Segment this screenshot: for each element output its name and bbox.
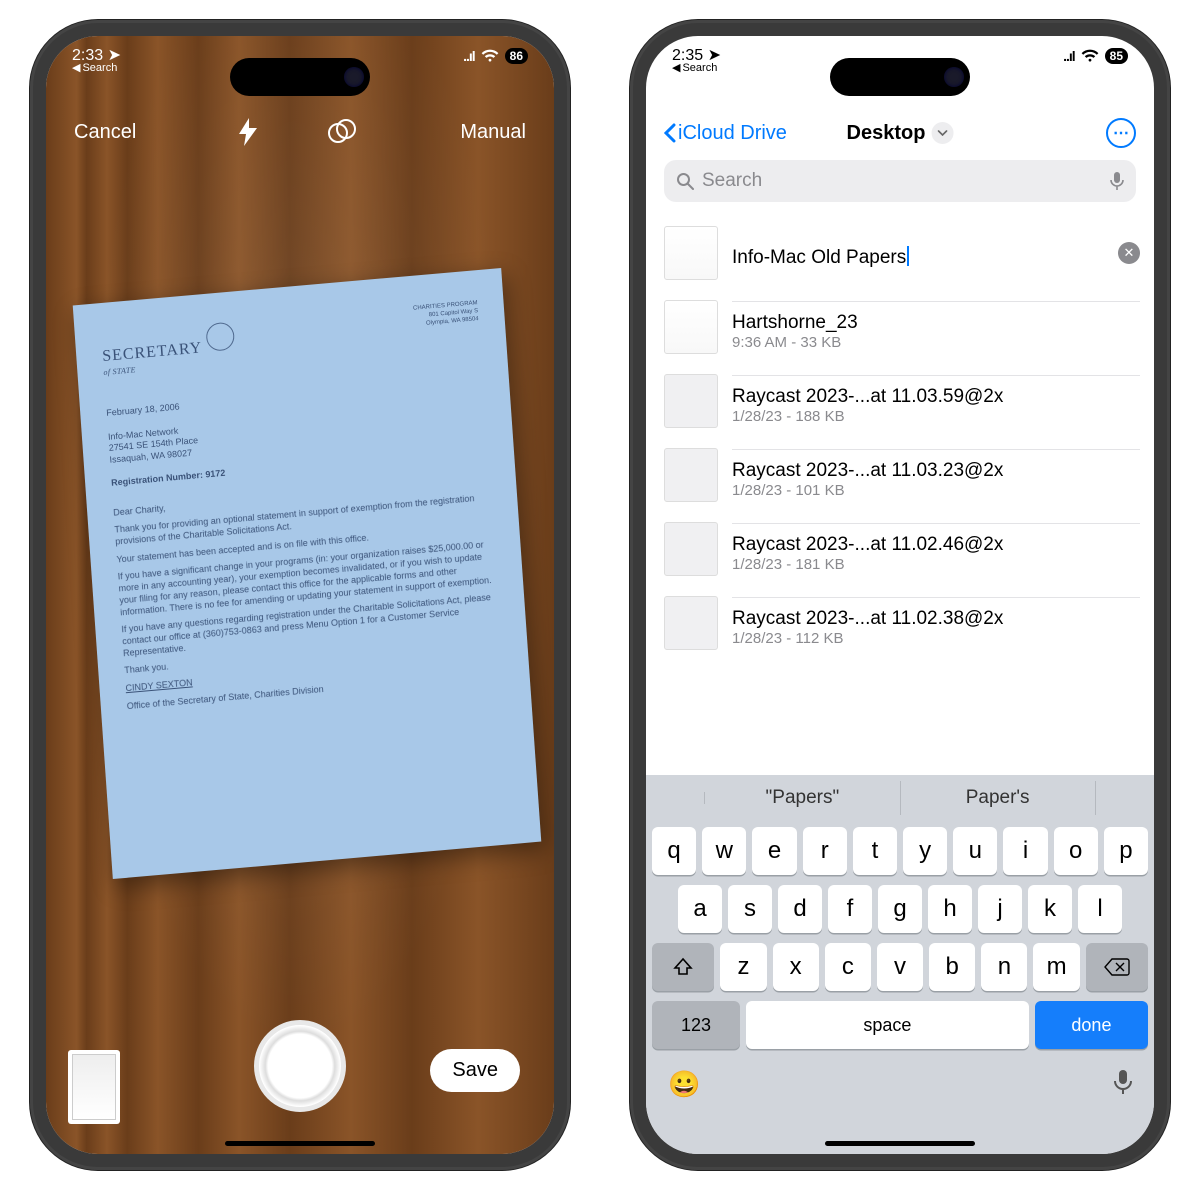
- file-row[interactable]: Raycast 2023-...at 11.03.23@2x 1/28/23 -…: [664, 438, 1154, 512]
- file-thumb-icon: [664, 522, 718, 576]
- scanner-screen: 2:33 ➤ ◀ Search ..ıl 86 Cancel: [46, 36, 554, 1154]
- key-c[interactable]: c: [825, 943, 871, 991]
- file-row-editing[interactable]: Info-Mac Old Papers ✕: [664, 216, 1154, 290]
- status-back-to-search[interactable]: ◀ Search: [672, 63, 721, 74]
- chevron-down-icon: [931, 122, 953, 144]
- file-row[interactable]: Raycast 2023-...at 11.02.38@2x 1/28/23 -…: [664, 586, 1154, 660]
- file-name: Raycast 2023-...at 11.02.38@2x: [732, 608, 1140, 630]
- manual-button[interactable]: Manual: [460, 121, 526, 144]
- file-thumb-icon: [664, 448, 718, 502]
- file-meta: 1/28/23 - 112 KB: [732, 630, 1140, 647]
- scan-thumbnail[interactable]: [68, 1050, 120, 1124]
- filter-icon[interactable]: [327, 118, 357, 146]
- file-meta: 1/28/23 - 181 KB: [732, 556, 1140, 573]
- key-v[interactable]: v: [877, 943, 923, 991]
- dynamic-island: [230, 58, 370, 96]
- key-f[interactable]: f: [828, 885, 872, 933]
- save-button[interactable]: Save: [430, 1049, 520, 1092]
- key-j[interactable]: j: [978, 885, 1022, 933]
- dictation-icon[interactable]: [1110, 171, 1124, 191]
- home-indicator[interactable]: [825, 1141, 975, 1146]
- done-key[interactable]: done: [1035, 1001, 1148, 1049]
- prediction-2[interactable]: Paper's: [901, 781, 1096, 815]
- nav-title-button[interactable]: Desktop: [847, 122, 954, 145]
- dynamic-island: [830, 58, 970, 96]
- cancel-button[interactable]: Cancel: [74, 121, 136, 144]
- key-p[interactable]: p: [1104, 827, 1148, 875]
- file-meta: 9:36 AM - 33 KB: [732, 334, 1140, 351]
- file-name: Raycast 2023-...at 11.03.59@2x: [732, 386, 1140, 408]
- nav-back-button[interactable]: iCloud Drive: [664, 122, 787, 145]
- key-z[interactable]: z: [720, 943, 766, 991]
- file-list[interactable]: Info-Mac Old Papers ✕ Hartshorne_23 9:36…: [646, 216, 1154, 660]
- shutter-button[interactable]: [254, 1020, 346, 1112]
- file-meta: 1/28/23 - 101 KB: [732, 482, 1140, 499]
- file-name: Raycast 2023-...at 11.02.46@2x: [732, 534, 1140, 556]
- prediction-1[interactable]: "Papers": [705, 781, 900, 815]
- file-name: Hartshorne_23: [732, 312, 1140, 334]
- battery-pill: 85: [1105, 48, 1128, 64]
- key-d[interactable]: d: [778, 885, 822, 933]
- key-h[interactable]: h: [928, 885, 972, 933]
- file-row[interactable]: Raycast 2023-...at 11.02.46@2x 1/28/23 -…: [664, 512, 1154, 586]
- shift-key[interactable]: [652, 943, 714, 991]
- more-options-button[interactable]: ⋯: [1106, 118, 1136, 148]
- number-key[interactable]: 123: [652, 1001, 740, 1049]
- file-name-input[interactable]: Info-Mac Old Papers: [732, 247, 906, 268]
- key-y[interactable]: y: [903, 827, 947, 875]
- page-title: Desktop: [847, 122, 926, 145]
- file-name: Raycast 2023-...at 11.03.23@2x: [732, 460, 1140, 482]
- wifi-icon: [481, 49, 499, 63]
- signal-icon: ..ıl: [1063, 48, 1075, 64]
- emoji-key[interactable]: 😀: [668, 1069, 700, 1100]
- key-g[interactable]: g: [878, 885, 922, 933]
- key-x[interactable]: x: [773, 943, 819, 991]
- key-b[interactable]: b: [929, 943, 975, 991]
- battery-pill: 86: [505, 48, 528, 64]
- files-screen: 2:35 ➤ ◀ Search ..ıl 85 iCloud Drive Des…: [646, 36, 1154, 1154]
- file-thumb-icon: [664, 374, 718, 428]
- keyboard: "Papers" Paper's qwertyuiop asdfghjkl zx…: [646, 775, 1154, 1154]
- file-row[interactable]: Hartshorne_23 9:36 AM - 33 KB: [664, 290, 1154, 364]
- key-r[interactable]: r: [803, 827, 847, 875]
- key-n[interactable]: n: [981, 943, 1027, 991]
- file-row[interactable]: Raycast 2023-...at 11.03.59@2x 1/28/23 -…: [664, 364, 1154, 438]
- key-t[interactable]: t: [853, 827, 897, 875]
- phone-right: 2:35 ➤ ◀ Search ..ıl 85 iCloud Drive Des…: [630, 20, 1170, 1170]
- key-u[interactable]: u: [953, 827, 997, 875]
- search-input[interactable]: Search: [664, 160, 1136, 202]
- key-k[interactable]: k: [1028, 885, 1072, 933]
- space-key[interactable]: space: [746, 1001, 1029, 1049]
- key-w[interactable]: w: [702, 827, 746, 875]
- key-e[interactable]: e: [752, 827, 796, 875]
- key-q[interactable]: q: [652, 827, 696, 875]
- file-thumb-icon: [664, 300, 718, 354]
- clear-text-button[interactable]: ✕: [1118, 242, 1140, 264]
- key-o[interactable]: o: [1054, 827, 1098, 875]
- scanner-toolbar: Cancel Manual: [46, 84, 554, 166]
- file-thumb-icon: [664, 596, 718, 650]
- status-back-to-search[interactable]: ◀ Search: [72, 63, 121, 74]
- home-indicator[interactable]: [225, 1141, 375, 1146]
- wifi-icon: [1081, 49, 1099, 63]
- prediction-bar: "Papers" Paper's: [646, 775, 1154, 821]
- key-m[interactable]: m: [1033, 943, 1079, 991]
- key-l[interactable]: l: [1078, 885, 1122, 933]
- file-thumb-icon: [664, 226, 718, 280]
- key-s[interactable]: s: [728, 885, 772, 933]
- dictation-key[interactable]: [1114, 1069, 1132, 1100]
- search-placeholder: Search: [702, 170, 762, 192]
- file-meta: 1/28/23 - 188 KB: [732, 408, 1140, 425]
- phone-left: 2:33 ➤ ◀ Search ..ıl 86 Cancel: [30, 20, 570, 1170]
- flash-icon[interactable]: [239, 118, 257, 146]
- key-i[interactable]: i: [1003, 827, 1047, 875]
- key-a[interactable]: a: [678, 885, 722, 933]
- backspace-key[interactable]: [1086, 943, 1148, 991]
- scanned-document: SECRETARY of STATE CHARITIES PROGRAM801 …: [73, 268, 542, 879]
- search-icon: [676, 172, 694, 190]
- signal-icon: ..ıl: [463, 48, 475, 64]
